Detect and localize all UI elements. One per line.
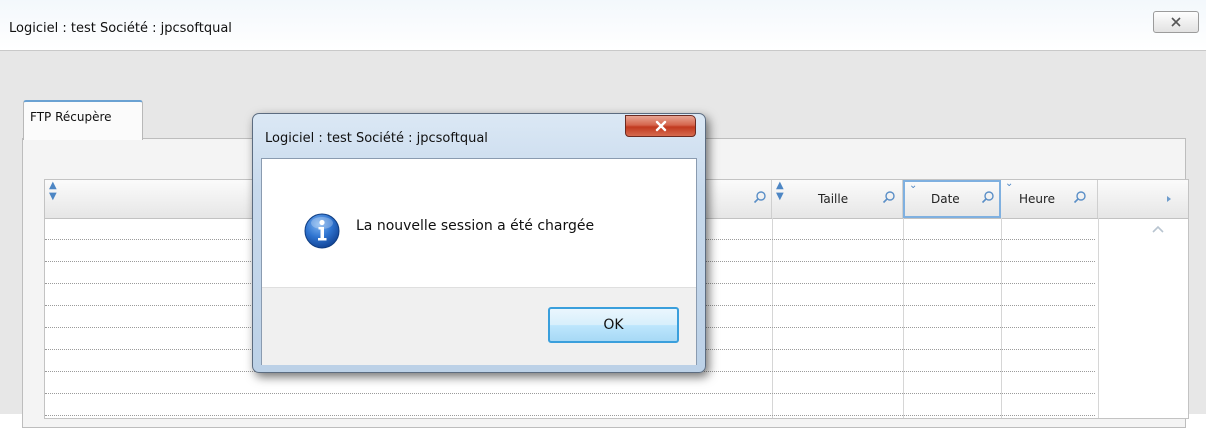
- sort-icon[interactable]: ▲ ▼: [776, 180, 784, 202]
- main-window-title: Logiciel : test Société : jpcsoftqual: [9, 21, 232, 36]
- tab-ftp-recupere[interactable]: FTP Récupère: [23, 100, 143, 140]
- main-close-button[interactable]: [1153, 11, 1199, 33]
- magnifier-icon[interactable]: [753, 190, 767, 204]
- magnifier-icon[interactable]: [882, 190, 896, 204]
- column-header-heure[interactable]: ⌄ Heure: [1001, 180, 1098, 218]
- column-label-date: Date: [931, 192, 960, 206]
- dialog-message: La nouvelle session a été chargée: [356, 218, 595, 234]
- dialog-title: Logiciel : test Société : jpcsoftqual: [265, 131, 488, 146]
- table-row[interactable]: [45, 415, 1095, 416]
- message-dialog: Logiciel : test Société : jpcsoftqual La…: [252, 113, 706, 373]
- magnifier-icon[interactable]: [981, 190, 995, 204]
- column-header-date[interactable]: ⌄ Date: [903, 180, 1001, 218]
- column-header-taille[interactable]: ▲ ▼ Taille: [772, 180, 903, 218]
- sort-icon[interactable]: ⌄: [909, 180, 917, 191]
- column-divider: [1001, 218, 1002, 418]
- sort-icon[interactable]: ▲ ▼: [49, 180, 57, 202]
- column-label-heure: Heure: [1019, 192, 1056, 206]
- main-title-bar: Logiciel : test Société : jpcsoftqual: [0, 0, 1206, 51]
- table-row[interactable]: [45, 393, 1095, 394]
- close-icon: [1171, 17, 1181, 27]
- info-icon: [304, 213, 340, 249]
- scroll-right-button[interactable]: [1162, 192, 1176, 206]
- tab-label: FTP Récupère: [30, 110, 112, 124]
- column-divider: [772, 218, 773, 418]
- ok-button[interactable]: OK: [548, 307, 679, 343]
- dialog-footer: OK: [262, 287, 696, 365]
- column-label-taille: Taille: [818, 192, 849, 206]
- chevron-up-icon: [1152, 225, 1164, 233]
- magnifier-icon[interactable]: [1073, 190, 1087, 204]
- dialog-body: La nouvelle session a été chargée OK: [261, 158, 697, 365]
- column-divider: [903, 218, 904, 418]
- column-divider: [1098, 218, 1099, 418]
- close-icon: [655, 120, 666, 132]
- sort-icon[interactable]: ⌄: [1005, 180, 1013, 189]
- chevron-right-icon: [1167, 196, 1171, 202]
- dialog-close-button[interactable]: [625, 115, 696, 137]
- scroll-up-button[interactable]: [1147, 220, 1169, 238]
